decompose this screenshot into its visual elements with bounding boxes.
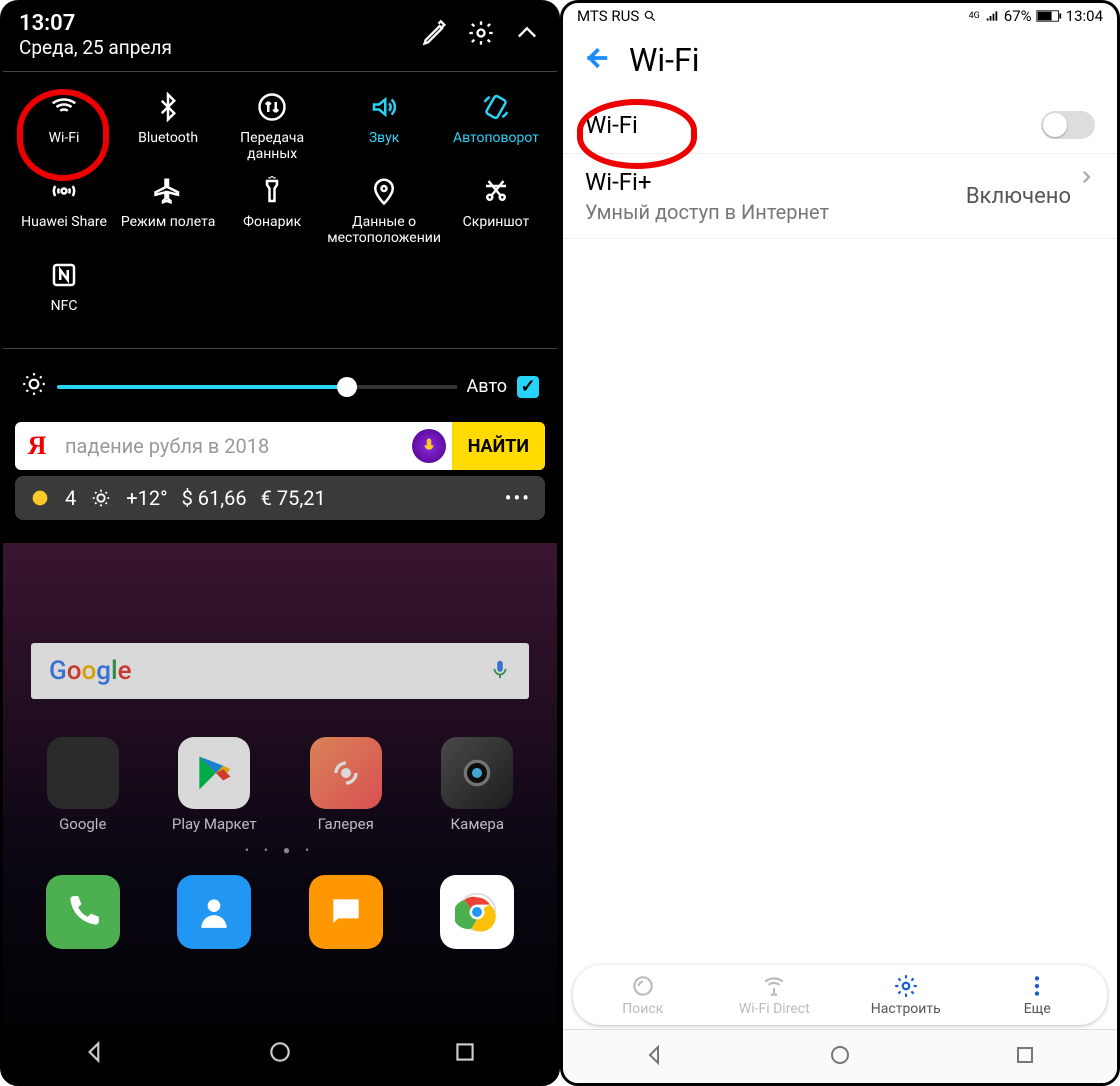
settings-header: Wi-Fi <box>563 27 1117 97</box>
google-search-widget[interactable]: Google <box>31 643 529 699</box>
gear-icon[interactable] <box>467 19 495 51</box>
wifi-plus-title: Wi-Fi+ <box>585 168 966 196</box>
action-configure[interactable]: Настроить <box>851 973 961 1017</box>
nav-recent-icon[interactable] <box>452 1039 478 1069</box>
status-bar-right: MTS RUS 4G 67% 13:04 <box>563 3 1117 27</box>
more-icon[interactable]: ••• <box>505 486 531 510</box>
action-search[interactable]: Поиск <box>588 973 698 1017</box>
battery-icon <box>1036 9 1062 23</box>
google-mic-icon[interactable] <box>489 658 511 684</box>
mic-icon[interactable] <box>412 429 446 463</box>
phone-left-notification-shade: 13:07 Среда, 25 апреля Wi-Fi Bluetooth П… <box>0 0 560 1086</box>
qs-flashlight[interactable]: Фонарик <box>221 170 323 250</box>
chevron-right-icon <box>1071 168 1095 190</box>
location-icon <box>369 174 399 208</box>
back-button[interactable] <box>581 43 611 77</box>
dock-contacts[interactable] <box>177 875 251 949</box>
google-logo: Google <box>49 656 132 686</box>
nav-back-icon[interactable] <box>82 1039 108 1069</box>
carrier-label: MTS RUS <box>577 7 639 25</box>
battery-percent: 67% <box>1004 7 1032 25</box>
signal-icon <box>984 9 1000 23</box>
status-bar-left: 13:07 Среда, 25 апреля <box>3 3 557 63</box>
brightness-slider[interactable] <box>57 385 457 389</box>
bottom-action-bar: Поиск Wi-Fi Direct Настроить Еще <box>573 965 1107 1025</box>
auto-brightness-checkbox[interactable]: ✓ <box>517 376 539 398</box>
flashlight-icon <box>257 174 287 208</box>
data-transfer-icon <box>257 90 287 124</box>
page-title: Wi-Fi <box>629 41 699 79</box>
qs-huawei-share[interactable]: Huawei Share <box>13 170 115 250</box>
clock-right: 13:04 <box>1066 7 1103 25</box>
qs-screenshot[interactable]: Скриншот <box>445 170 547 250</box>
qs-airplane[interactable]: Режим полета <box>117 170 219 250</box>
dock-chrome[interactable] <box>440 875 514 949</box>
home-screen-dimmed: Google Google Play Маркет Галерея Камера… <box>3 543 557 1083</box>
dock-messages[interactable] <box>309 875 383 949</box>
phone-right-wifi-settings: MTS RUS 4G 67% 13:04 Wi-Fi Wi-Fi Wi-Fi+ … <box>560 0 1120 1086</box>
sound-icon <box>369 90 399 124</box>
qs-sound[interactable]: Звук <box>325 86 443 166</box>
nfc-icon <box>49 258 79 292</box>
nav-bar-left <box>3 1025 557 1083</box>
network-type: 4G <box>969 12 980 21</box>
wifi-plus-subtitle: Умный доступ в Интернет <box>585 200 966 224</box>
action-wifi-direct[interactable]: Wi-Fi Direct <box>719 973 829 1017</box>
qs-bluetooth[interactable]: Bluetooth <box>117 86 219 166</box>
app-gallery[interactable]: Галерея <box>291 737 401 833</box>
scissors-icon <box>481 174 511 208</box>
moon-icon <box>29 487 51 509</box>
qs-nfc[interactable]: NFC <box>13 254 115 334</box>
search-status-icon <box>643 9 657 23</box>
clock: 13:07 <box>19 11 172 36</box>
action-more[interactable]: Еще <box>982 973 1092 1017</box>
app-row: Google Play Маркет Галерея Камера <box>17 737 543 833</box>
nav-bar-right <box>563 1029 1117 1083</box>
page-indicator: • • ● • <box>3 843 557 857</box>
nav-home-icon[interactable] <box>828 1043 852 1071</box>
app-camera[interactable]: Камера <box>422 737 532 833</box>
date: Среда, 25 апреля <box>19 36 172 59</box>
dock-phone[interactable] <box>46 875 120 949</box>
yandex-logo: Я <box>15 431 59 461</box>
sun-temp: +12° <box>126 486 167 510</box>
nav-back-icon[interactable] <box>643 1043 667 1071</box>
moon-temp: 4 <box>65 486 76 510</box>
sun-icon <box>90 487 112 509</box>
qs-mobile-data[interactable]: Передача данных <box>221 86 323 166</box>
annotation-circle-wifi-tile <box>17 89 109 181</box>
bluetooth-icon <box>153 90 183 124</box>
rotate-icon <box>481 90 511 124</box>
edit-icon[interactable] <box>421 19 449 51</box>
search-button[interactable]: НАЙТИ <box>452 422 545 470</box>
app-google-folder[interactable]: Google <box>28 737 138 833</box>
brightness-icon <box>21 371 47 402</box>
annotation-circle-wifi-row <box>577 99 697 169</box>
eur-rate: € 75,21 <box>261 486 326 510</box>
dock <box>3 875 557 949</box>
qs-autorotate[interactable]: Автоповорот <box>445 86 547 166</box>
auto-brightness-label: Авто <box>467 376 507 397</box>
search-placeholder[interactable]: падение рубля в 2018 <box>59 434 412 458</box>
wifi-plus-value: Включено <box>966 184 1071 209</box>
usd-rate: $ 61,66 <box>182 486 247 510</box>
nav-recent-icon[interactable] <box>1013 1043 1037 1071</box>
app-play-store[interactable]: Play Маркет <box>159 737 269 833</box>
weather-strip[interactable]: 4 +12° $ 61,66 € 75,21 ••• <box>15 476 545 520</box>
brightness-slider-row: Авто ✓ <box>3 357 557 416</box>
airplane-icon <box>153 174 183 208</box>
wifi-toggle-switch[interactable] <box>1041 111 1095 139</box>
yandex-search-bar[interactable]: Я падение рубля в 2018 НАЙТИ <box>15 422 545 470</box>
nav-home-icon[interactable] <box>267 1039 293 1069</box>
qs-location[interactable]: Данные о местоположении <box>325 170 443 250</box>
chevron-up-icon[interactable] <box>513 19 541 51</box>
